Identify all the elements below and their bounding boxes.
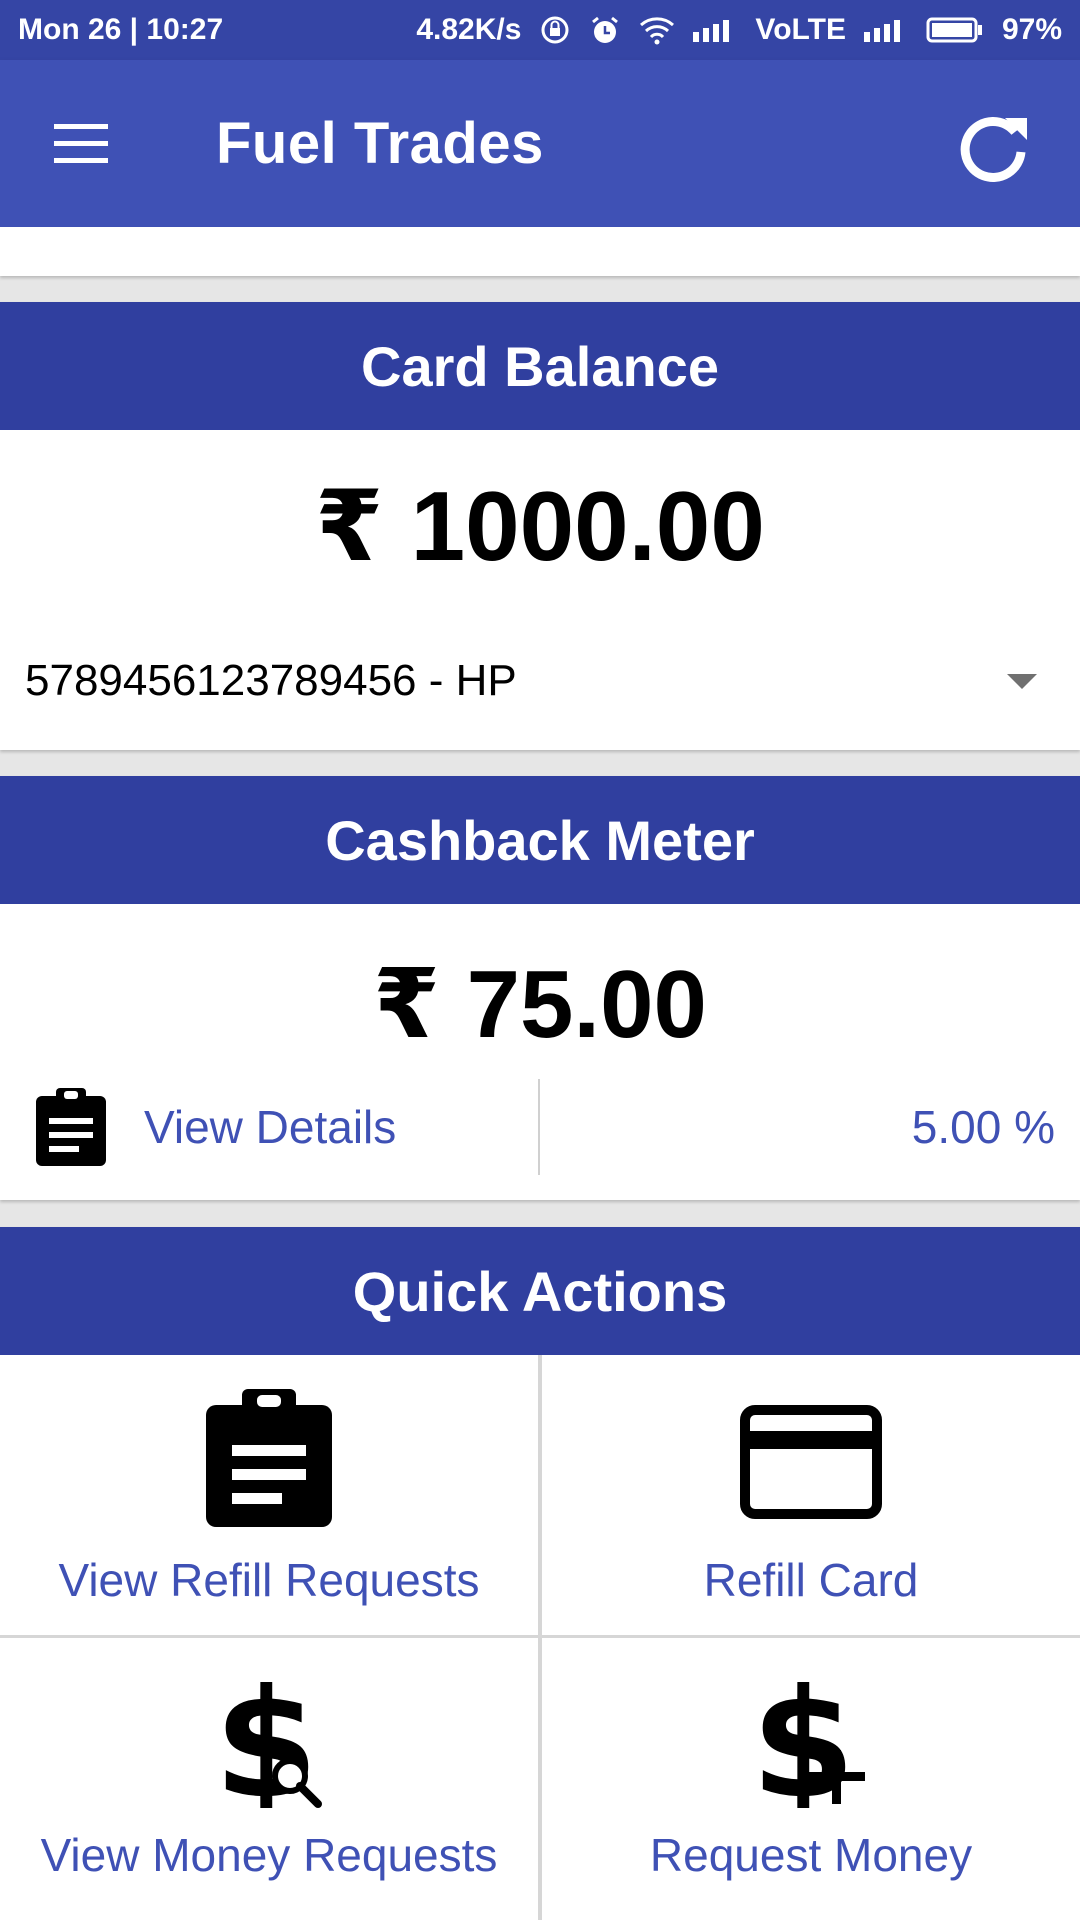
cashback-amount: ₹ 75.00 (373, 951, 707, 1058)
request-money-label: Request Money (649, 1829, 973, 1881)
view-money-requests-label: View Money Requests (40, 1829, 498, 1881)
dollar-search-icon: $ (214, 1658, 324, 1832)
card-balance-amount: ₹ 1000.00 (315, 471, 765, 581)
view-refill-requests-button[interactable]: View Refill Requests (0, 1355, 538, 1635)
clipboard-icon (204, 1387, 334, 1534)
alarm-icon (589, 14, 621, 46)
card-balance-card: Card Balance ₹ 1000.00 5789456123789456 … (0, 302, 1080, 750)
page-title: Fuel Trades (216, 111, 544, 176)
cashback-percent: 5.00 % (911, 1101, 1055, 1153)
hamburger-menu-icon[interactable] (52, 120, 112, 168)
refresh-icon[interactable] (955, 106, 1035, 186)
card-select-dropdown[interactable]: 5789456123789456 - HP (25, 641, 1055, 721)
clipboard-icon (34, 1086, 108, 1168)
signal-icon (693, 18, 737, 42)
view-refill-requests-label: View Refill Requests (58, 1554, 480, 1606)
card-balance-header: Card Balance (0, 302, 1080, 430)
selected-card: 5789456123789456 - HP (25, 656, 517, 705)
refill-card-button[interactable]: Refill Card (542, 1355, 1080, 1635)
status-datetime: Mon 26 | 10:27 (18, 13, 224, 46)
view-money-requests-button[interactable]: $ View Money Requests (0, 1638, 538, 1920)
quick-actions-header: Quick Actions (0, 1227, 1080, 1355)
battery-percent: 97% (1001, 13, 1062, 46)
signal-icon-2 (863, 18, 908, 42)
battery-icon (926, 16, 984, 44)
network-type: VoLTE (755, 13, 846, 46)
refill-card-label: Refill Card (703, 1554, 919, 1606)
cashback-details-row: View Details 5.00 % (0, 1061, 1080, 1193)
wifi-icon (639, 15, 675, 45)
cashback-meter-header: Cashback Meter (0, 776, 1080, 904)
view-details-button[interactable]: View Details (0, 1061, 538, 1193)
quick-actions-grid: View Refill Requests Refill Card $ View … (0, 1355, 1080, 1920)
credit-card-icon (740, 1405, 882, 1524)
app-bar: Fuel Trades (0, 60, 1080, 227)
view-details-label: View Details (144, 1101, 397, 1153)
chevron-down-icon (1007, 673, 1037, 689)
cashback-meter-card: Cashback Meter ₹ 75.00 View Details 5.00… (0, 776, 1080, 1200)
network-speed: 4.82K/s (416, 13, 522, 46)
request-money-button[interactable]: $ Request Money (542, 1638, 1080, 1920)
status-bar: Mon 26 | 10:27 4.82K/s VoLTE 97% (0, 0, 1080, 60)
dollar-plus-icon: $ (751, 1658, 871, 1832)
quick-actions-card: Quick Actions (0, 1227, 1080, 1355)
top-strip (0, 227, 1080, 276)
status-icons: 4.82K/s VoLTE 97% (416, 13, 1062, 47)
rotation-lock-icon (539, 14, 571, 46)
